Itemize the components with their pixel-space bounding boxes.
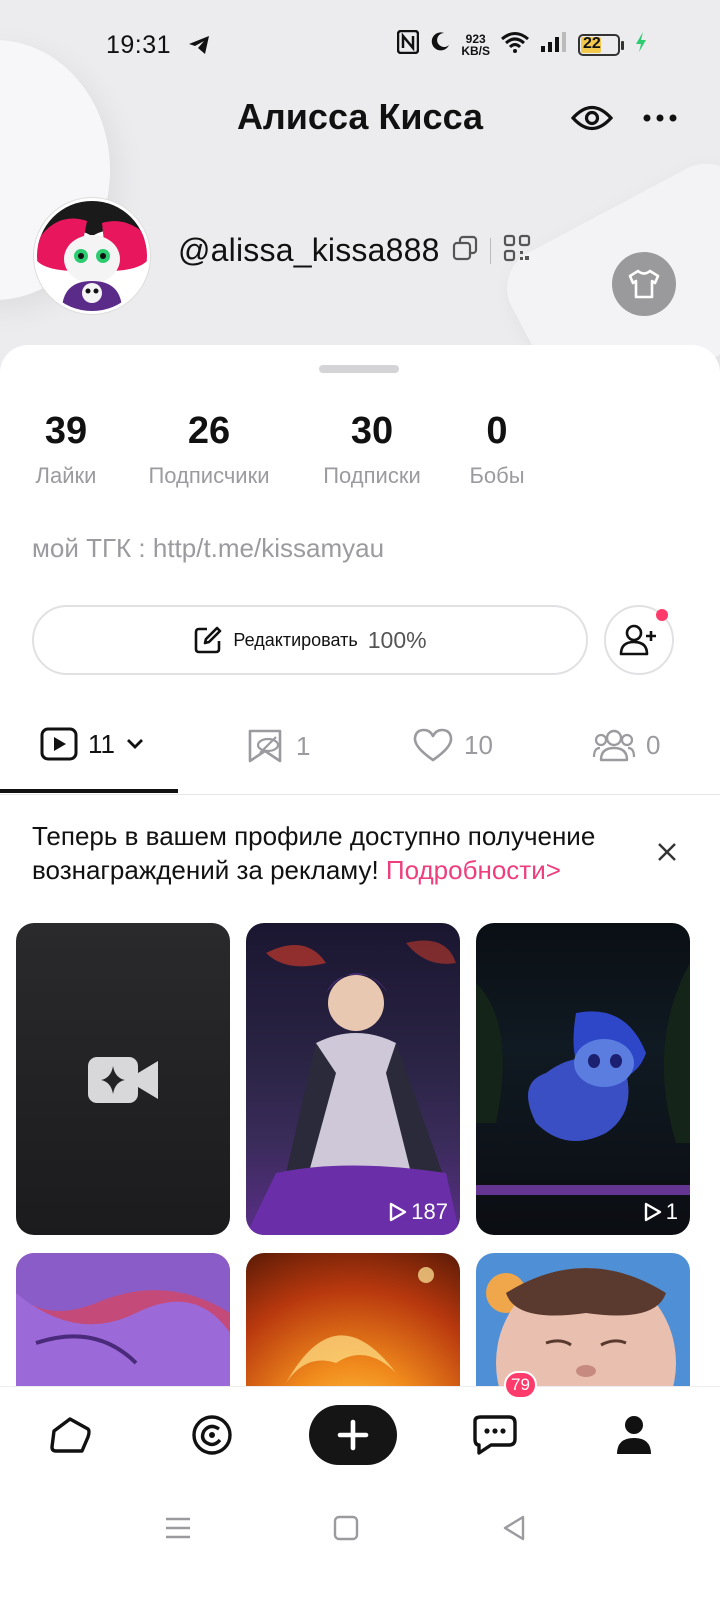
t-shirt-icon — [628, 269, 660, 299]
view-count-value: 187 — [411, 1199, 448, 1224]
bottom-navigation: 79 — [0, 1371, 720, 1486]
nav-messages[interactable] — [464, 1405, 524, 1465]
qr-code-icon[interactable] — [503, 234, 531, 267]
back-triangle-icon — [503, 1515, 525, 1541]
close-icon — [658, 843, 676, 861]
tab-videos[interactable]: 11 — [40, 727, 145, 761]
play-icon — [390, 1202, 407, 1222]
profile-completion: 100% — [367, 626, 427, 653]
stat-value: 39 — [44, 410, 88, 452]
nav-home[interactable] — [40, 1405, 100, 1465]
stat-label: Подписки — [323, 463, 421, 488]
discover-icon — [192, 1415, 232, 1455]
avatar[interactable] — [34, 198, 150, 314]
messages-icon — [473, 1415, 517, 1455]
video-thumbnail[interactable]: 1 — [476, 923, 690, 1235]
sheet-grabber[interactable] — [319, 365, 399, 373]
plus-icon — [337, 1419, 369, 1451]
stat-label: Бобы — [469, 463, 525, 488]
profile-visitors-button[interactable] — [570, 98, 614, 138]
outfit-button[interactable] — [612, 252, 676, 316]
network-speed-unit: KB/S — [461, 44, 490, 58]
stats-row: 39 Лайки 26 Подписчики 30 Подписки 0 Боб… — [0, 410, 720, 500]
active-tab-indicator — [0, 789, 178, 793]
tab-saved[interactable]: 1 — [246, 727, 310, 765]
create-post-button[interactable] — [309, 1405, 397, 1465]
edit-icon — [195, 626, 222, 654]
add-user-icon — [619, 624, 656, 656]
stat-beans[interactable]: 0 Бобы — [466, 410, 528, 489]
battery-indicator: 22 — [578, 34, 624, 56]
wifi-icon — [500, 31, 530, 60]
stat-value: 30 — [350, 410, 394, 452]
home-icon — [50, 1417, 91, 1453]
eye-icon — [571, 105, 613, 131]
tab-count: 1 — [296, 730, 311, 761]
stat-likes[interactable]: 39 Лайки — [30, 410, 102, 489]
more-dots-icon — [643, 114, 677, 122]
tab-count: 0 — [646, 729, 661, 760]
signal-icon — [540, 31, 568, 60]
nav-discover[interactable] — [182, 1405, 242, 1465]
handle-divider — [489, 237, 491, 264]
group-icon — [592, 729, 636, 762]
notification-dot — [656, 609, 668, 621]
ad-rewards-notice: Теперь в вашем профиле доступно получени… — [32, 819, 652, 887]
system-menu-button[interactable] — [158, 1508, 198, 1548]
profile-bio: мой ТГК : http/t.me/kissamyau — [32, 533, 385, 563]
stat-value: 0 — [486, 410, 508, 452]
telegram-icon — [187, 34, 211, 56]
handle-row: @alissa_kissa888 — [178, 232, 531, 269]
tab-count: 10 — [464, 729, 493, 760]
do-not-disturb-icon — [429, 31, 451, 60]
video-artwork — [246, 940, 460, 1235]
chevron-down-icon — [127, 739, 143, 749]
status-time: 19:31 — [106, 30, 172, 59]
video-play-icon — [40, 727, 78, 761]
bookmark-icon — [248, 729, 282, 763]
stat-value: 26 — [187, 410, 231, 452]
view-count: 1 — [644, 1199, 678, 1225]
system-navigation-bar — [0, 1486, 720, 1600]
stat-following[interactable]: 30 Подписки — [316, 410, 428, 489]
edit-profile-label: Редактировать — [233, 629, 358, 650]
view-count-value: 1 — [665, 1199, 678, 1224]
content-tabs: 11 1 10 0 — [0, 715, 720, 795]
edit-profile-button[interactable]: Редактировать 100% — [32, 605, 588, 675]
add-friend-button[interactable] — [604, 605, 674, 675]
heart-icon — [413, 728, 453, 762]
tab-count: 11 — [88, 728, 115, 759]
network-speed: 923 KB/S — [461, 33, 490, 57]
nav-profile[interactable] — [604, 1405, 664, 1465]
stat-label: Лайки — [35, 463, 97, 488]
title-bar: Алисса Кисса — [0, 90, 720, 150]
play-icon — [644, 1202, 661, 1222]
square-icon — [333, 1515, 359, 1541]
more-options-button[interactable] — [638, 98, 682, 138]
video-thumbnail[interactable]: 187 — [246, 923, 460, 1235]
notice-details-link[interactable]: Подробности> — [386, 855, 561, 885]
menu-icon — [166, 1517, 190, 1539]
system-home-button[interactable] — [326, 1508, 366, 1548]
video-artwork — [476, 963, 690, 1195]
stat-followers[interactable]: 26 Подписчики — [140, 410, 278, 489]
status-bar: 19:31 923 KB/S 22 — [0, 0, 720, 90]
stat-label: Подписчики — [148, 463, 270, 488]
view-count: 187 — [389, 1199, 448, 1225]
system-back-button[interactable] — [494, 1508, 534, 1548]
tab-friends[interactable]: 0 — [592, 727, 660, 763]
charging-icon — [634, 31, 648, 60]
copy-icon[interactable] — [452, 235, 478, 266]
notice-close-button[interactable] — [652, 837, 682, 867]
nfc-icon — [397, 29, 420, 61]
username-handle: @alissa_kissa888 — [178, 232, 440, 268]
messages-badge: 79 — [504, 1371, 537, 1399]
profile-icon — [617, 1416, 651, 1454]
battery-percent: 22 — [583, 35, 601, 52]
video-camera-sparkle-icon — [88, 1057, 158, 1103]
tab-liked[interactable]: 10 — [412, 727, 493, 763]
create-video-tile[interactable] — [16, 923, 230, 1235]
